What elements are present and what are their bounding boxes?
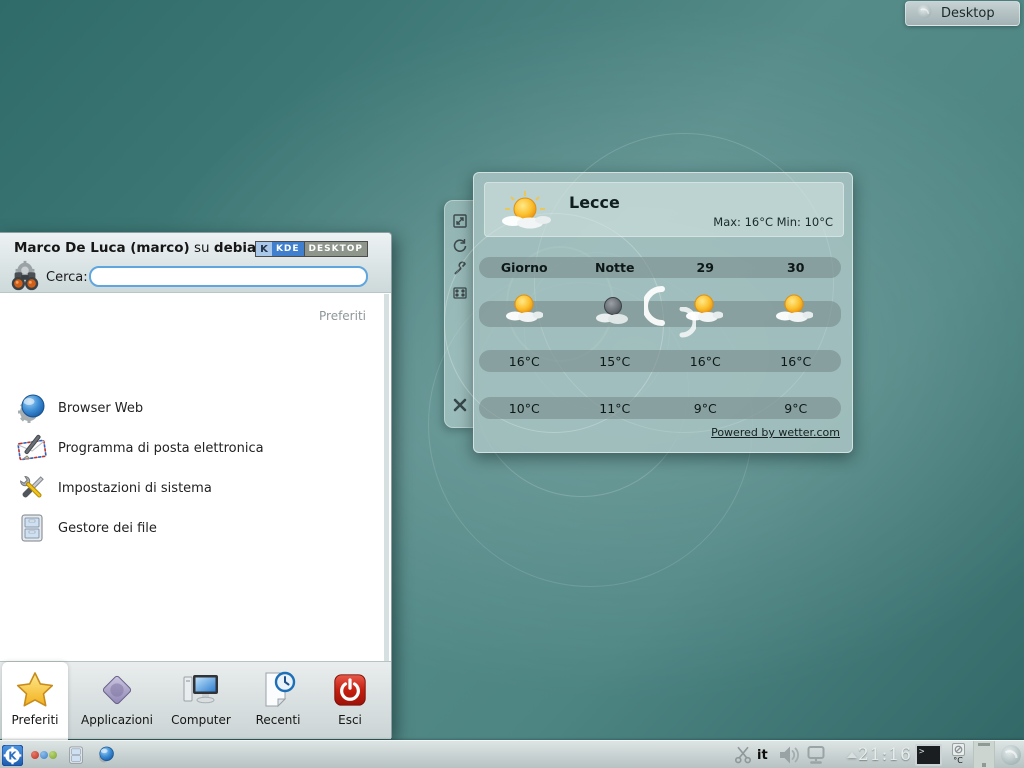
favorite-item-label: Gestore dei file (58, 521, 157, 536)
web-browser-launcher-icon[interactable] (96, 741, 116, 768)
favorite-item-mail[interactable]: Programma di posta elettronica (0, 428, 382, 468)
strip-mark (982, 763, 986, 767)
no-data-icon (952, 743, 965, 756)
sun-cloud-icon (685, 291, 723, 325)
widget-handle[interactable] (444, 200, 474, 428)
power-icon (330, 669, 370, 711)
tab-label: Esci (338, 713, 362, 727)
bottom-panel: K it 21:16 > °C (0, 740, 1024, 768)
tab-computer[interactable]: Computer (164, 662, 238, 740)
sun-cloud-icon (775, 291, 813, 325)
weather-header: Lecce Max: 16°C Min: 10°C (484, 182, 844, 237)
desktop-toolbox-label: Desktop (941, 6, 995, 21)
weather-max-min: Max: 16°C Min: 10°C (713, 215, 833, 229)
klipper-scissors-icon[interactable] (733, 741, 753, 768)
favorite-item-systemsettings[interactable]: Impostazioni di sistema (0, 468, 382, 508)
favorites-section-label: Preferiti (319, 309, 366, 323)
kickoff-header: Marco De Luca (marco) su debian K KDE DE… (0, 233, 391, 293)
file-cabinet-icon (16, 512, 48, 544)
favorite-item-label: Impostazioni di sistema (58, 481, 212, 496)
kickoff-menu: Marco De Luca (marco) su debian K KDE DE… (0, 232, 392, 738)
network-monitor-icon[interactable] (805, 741, 827, 768)
cashew-icon (916, 3, 933, 24)
night-temp: 9°C (751, 401, 842, 416)
computer-icon (181, 669, 221, 711)
day-temp: 15°C (570, 354, 661, 369)
tab-label: Computer (171, 713, 231, 727)
rotate-icon[interactable] (452, 237, 468, 253)
widget-settings-icon[interactable] (452, 285, 468, 301)
kickoff-user-title: Marco De Luca (marco) su debian (14, 240, 266, 256)
day-temp: 16°C (660, 354, 751, 369)
tab-applicazioni[interactable]: Applicazioni (74, 662, 160, 740)
favorite-item-label: Browser Web (58, 401, 143, 416)
tab-preferiti[interactable]: Preferiti (2, 662, 68, 740)
search-binoculars-icon (8, 259, 42, 291)
volume-icon[interactable] (778, 741, 802, 768)
search-input[interactable] (89, 266, 368, 287)
terminal-tray-icon[interactable]: > (915, 744, 942, 766)
quicklaunch-red-icon[interactable] (31, 751, 39, 759)
kde-logo-icon: K (256, 242, 272, 256)
badge-desktop-label: DESKTOP (304, 242, 367, 256)
weather-widget: Lecce Max: 16°C Min: 10°C Giorno Notte 2… (473, 172, 853, 453)
day-temp: 16°C (751, 354, 842, 369)
favorite-item-browser[interactable]: Browser Web (0, 388, 382, 428)
applications-diamond-icon (97, 669, 137, 711)
kickoff-tab-bar: Preferiti Applicazioni Computer Recenti … (0, 661, 391, 739)
title-connector: su (190, 240, 214, 256)
strip-mark (978, 743, 990, 746)
tab-label: Applicazioni (81, 713, 153, 727)
badge-kde-label: KDE (272, 242, 304, 256)
weather-col-date-30: 30 (751, 260, 842, 275)
web-browser-icon (16, 392, 48, 424)
system-settings-tools-icon (16, 472, 48, 504)
mail-icon (16, 432, 48, 464)
crescent-moon-icon (644, 285, 670, 327)
weather-col-night: Notte (570, 260, 661, 275)
tab-label: Preferiti (12, 713, 59, 727)
quicklaunch-blue-icon[interactable] (40, 751, 48, 759)
user-name: Marco De Luca (marco) (14, 240, 190, 256)
resize-icon[interactable] (452, 213, 468, 229)
search-label: Cerca: (46, 270, 88, 285)
tab-recenti[interactable]: Recenti (242, 662, 314, 740)
systray-expander-icon[interactable] (847, 752, 857, 758)
arc-decor (534, 133, 834, 433)
keyboard-layout-indicator[interactable]: it (757, 741, 768, 768)
panel-cashew-icon[interactable] (1000, 741, 1022, 768)
night-temp: 10°C (479, 401, 570, 416)
night-temp: 9°C (660, 401, 751, 416)
tab-label: Recenti (256, 713, 301, 727)
weather-unit-label: °C (953, 756, 963, 765)
wetter-attribution-link[interactable]: Powered by wetter.com (711, 426, 840, 439)
quicklaunch-green-icon[interactable] (49, 751, 57, 759)
star-icon (15, 669, 55, 711)
weather-col-day: Giorno (479, 260, 570, 275)
tab-esci[interactable]: Esci (318, 662, 382, 740)
digital-clock[interactable]: 21:16 (858, 741, 912, 768)
favorite-item-label: Programma di posta elettronica (58, 441, 264, 456)
kickoff-favorites-list: Preferiti Browser Web Programma di posta… (0, 294, 391, 661)
night-cloud-icon (595, 293, 633, 327)
day-temp: 16°C (479, 354, 570, 369)
weather-city: Lecce (569, 193, 620, 212)
desktop-toolbox-button[interactable]: Desktop (905, 1, 1020, 26)
sun-cloud-icon (505, 291, 543, 325)
recent-documents-icon (258, 669, 298, 711)
weather-col-date-29: 29 (660, 260, 751, 275)
svg-text:K: K (8, 750, 17, 762)
file-manager-launcher-icon[interactable] (66, 741, 86, 768)
night-temp: 11°C (570, 401, 661, 416)
kde-desktop-badge: K KDE DESKTOP (255, 241, 368, 257)
configure-wrench-icon[interactable] (452, 261, 468, 277)
weather-tray-icon[interactable]: °C (948, 743, 968, 767)
kickoff-launcher-button[interactable]: K (2, 741, 23, 768)
favorite-item-filemanager[interactable]: Gestore dei file (0, 508, 382, 548)
calendar-strip-widget[interactable] (973, 741, 995, 768)
sun-cloud-icon (497, 189, 553, 233)
close-icon[interactable] (452, 397, 468, 413)
